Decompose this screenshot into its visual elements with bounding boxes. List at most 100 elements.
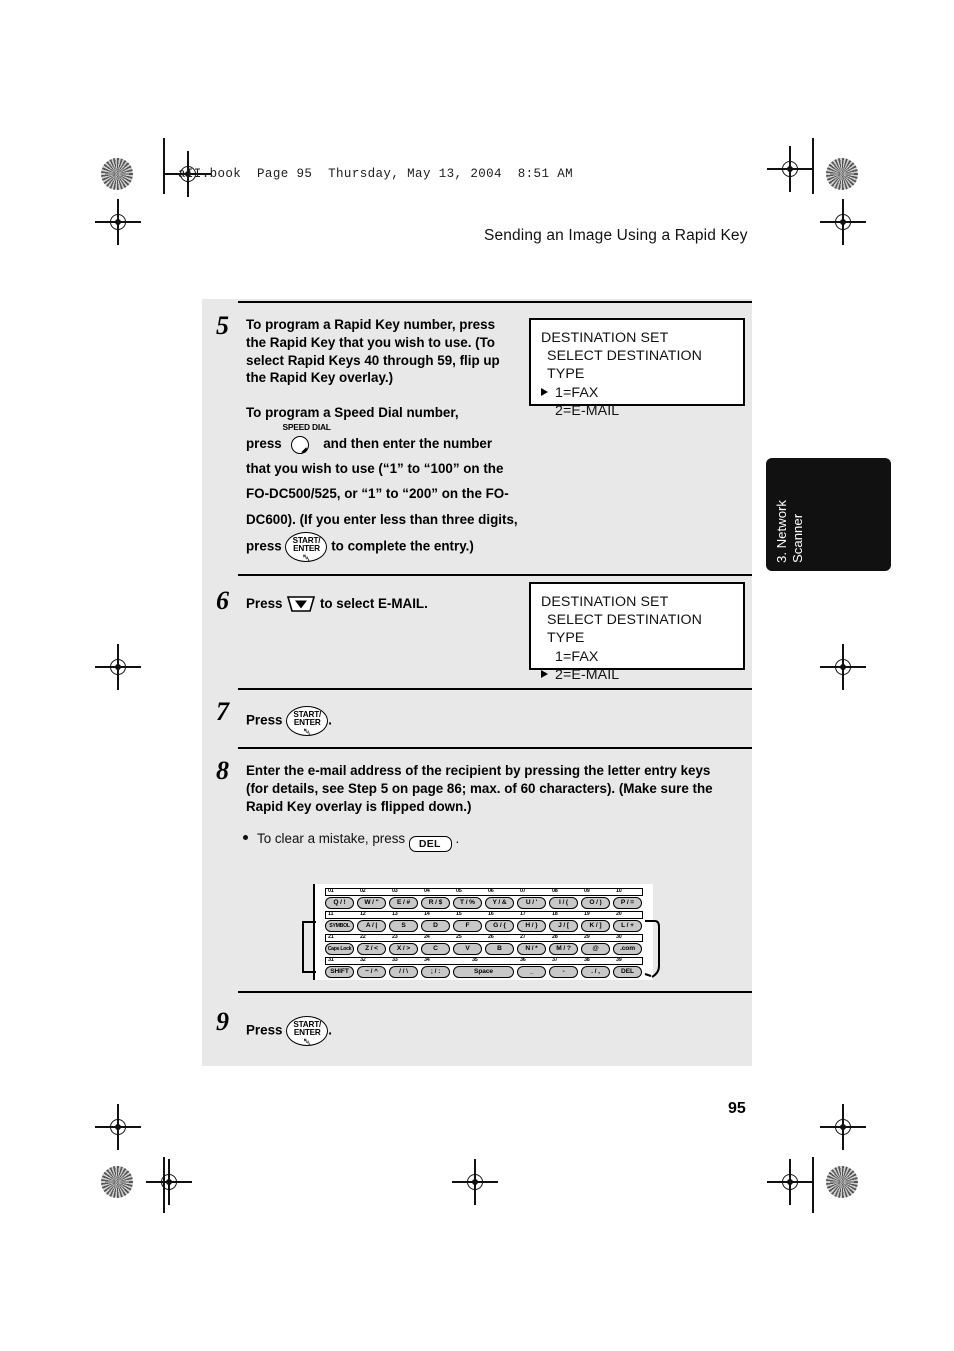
key-dot-com[interactable]: .com bbox=[613, 943, 642, 955]
key-g[interactable]: G / { bbox=[485, 920, 514, 932]
key-i[interactable]: I / ( bbox=[549, 897, 578, 909]
step-5-paragraph-2-body: press SPEED DIAL and then enter the numb… bbox=[246, 422, 518, 563]
keyboard-row-3: Caps Lock Z / < X / > C V B N / * M / ? … bbox=[325, 943, 643, 958]
key-m[interactable]: M / ? bbox=[549, 943, 578, 955]
divider-step-8-9 bbox=[238, 991, 752, 993]
key-y[interactable]: Y / & bbox=[485, 897, 514, 909]
step-6-press-label: Press bbox=[246, 596, 283, 611]
down-arrow-key-icon[interactable] bbox=[286, 595, 316, 613]
start-enter-bottom-label-7: ENTER bbox=[293, 718, 321, 728]
lcd-2-cursor-icon bbox=[541, 669, 548, 678]
chapter-side-tab-label: 3. Network Scanner bbox=[774, 499, 805, 563]
divider-panel-top bbox=[238, 301, 752, 303]
divider-step-7-8 bbox=[238, 747, 752, 749]
key-shift[interactable]: SHIFT bbox=[325, 966, 354, 978]
key-number-24: 24 bbox=[424, 933, 430, 940]
key-c[interactable]: C bbox=[421, 943, 450, 955]
key-r[interactable]: R / $ bbox=[421, 897, 450, 909]
key-p[interactable]: P / = bbox=[613, 897, 642, 909]
divider-step-5-6 bbox=[238, 574, 752, 576]
key-v[interactable]: V bbox=[453, 943, 482, 955]
key-a[interactable]: A / | bbox=[357, 920, 386, 932]
key-number-33: 33 bbox=[392, 956, 398, 963]
registration-dot-bottom-left bbox=[101, 1166, 133, 1198]
key-t[interactable]: T / % bbox=[453, 897, 482, 909]
power-symbol-icon-9: ␀ bbox=[303, 1036, 311, 1047]
key-j[interactable]: J / [ bbox=[549, 920, 578, 932]
key-f[interactable]: F bbox=[453, 920, 482, 932]
start-enter-key-icon-step5[interactable]: START/ ENTER ␀ bbox=[285, 531, 328, 563]
del-key-icon[interactable]: DEL bbox=[408, 836, 452, 852]
key-d[interactable]: D bbox=[421, 920, 450, 932]
start-enter-key-icon-step9[interactable]: START/ ENTER ␀ bbox=[286, 1016, 329, 1047]
key-b[interactable]: B bbox=[485, 943, 514, 955]
step-8-bullet-period: . bbox=[455, 831, 460, 846]
registration-target-top-right bbox=[767, 146, 813, 192]
keyboard-number-strip-4: 31 32 33 34 35 36 37 38 39 bbox=[325, 957, 643, 965]
registration-dot-bottom-right bbox=[826, 1166, 858, 1198]
key-at[interactable]: @ bbox=[581, 943, 610, 955]
registration-target-bottom-right bbox=[767, 1159, 813, 1205]
key-slash[interactable]: / / \ bbox=[389, 966, 418, 978]
key-n[interactable]: N / * bbox=[517, 943, 546, 955]
speed-dial-key-label: SPEED DIAL bbox=[282, 422, 331, 432]
key-number-26: 26 bbox=[488, 933, 494, 940]
step-9-text: Press START/ ENTER ␀ . bbox=[246, 1016, 516, 1046]
lcd-2-line-1: DESTINATION SET bbox=[541, 594, 669, 610]
key-z[interactable]: Z / < bbox=[357, 943, 386, 955]
step-8-bullet-label: To clear a mistake, press bbox=[257, 831, 406, 846]
key-semicolon[interactable]: ; / : bbox=[421, 966, 450, 978]
keyboard-number-strip-2: 11 12 13 14 15 16 17 18 19 20 bbox=[325, 911, 643, 919]
key-tilde[interactable]: ~ / ^ bbox=[357, 966, 386, 978]
key-number-09: 09 bbox=[584, 887, 590, 894]
key-l[interactable]: L / + bbox=[613, 920, 642, 932]
lcd-1-line-2: SELECT DESTINATION TYPE bbox=[547, 348, 703, 383]
key-hyphen[interactable]: - bbox=[549, 966, 578, 978]
key-number-02: 02 bbox=[360, 887, 366, 894]
keyboard-row-2: SYMBOL A / | S D F G / { H / } J / [ K /… bbox=[325, 920, 643, 935]
registration-target-right-lower bbox=[820, 1104, 866, 1150]
key-underscore[interactable]: _ bbox=[517, 966, 546, 978]
key-number-19: 19 bbox=[584, 910, 590, 917]
start-enter-key-icon-step7[interactable]: START/ ENTER ␀ bbox=[286, 706, 329, 736]
key-number-20: 20 bbox=[616, 910, 622, 917]
key-space[interactable]: Space bbox=[453, 966, 514, 978]
start-enter-bottom-label: ENTER bbox=[293, 544, 320, 554]
key-number-38: 38 bbox=[584, 956, 590, 963]
key-number-39: 39 bbox=[616, 956, 622, 963]
key-number-16: 16 bbox=[488, 910, 494, 917]
step-6-select-label: to select E-MAIL. bbox=[319, 596, 428, 611]
key-k[interactable]: K / ] bbox=[581, 920, 610, 932]
key-number-27: 27 bbox=[520, 933, 526, 940]
key-h[interactable]: H / } bbox=[517, 920, 546, 932]
key-del[interactable]: DEL bbox=[613, 966, 642, 978]
speed-dial-key-icon[interactable]: SPEED DIAL bbox=[282, 422, 331, 454]
key-caps-lock[interactable]: Caps Lock bbox=[325, 943, 354, 955]
key-q[interactable]: Q / ! bbox=[325, 897, 354, 909]
key-u[interactable]: U / ' bbox=[517, 897, 546, 909]
lcd-1-option-fax: 1=FAX bbox=[541, 384, 733, 402]
power-symbol-icon: ␀ bbox=[302, 552, 310, 563]
key-x[interactable]: X / > bbox=[389, 943, 418, 955]
crop-mark-vertical-right-top bbox=[812, 138, 814, 194]
step-5-paragraph-1: To program a Rapid Key number, press the… bbox=[246, 317, 500, 386]
key-e[interactable]: E / # bbox=[389, 897, 418, 909]
key-o[interactable]: O / ) bbox=[581, 897, 610, 909]
registration-dot-top-right bbox=[826, 158, 858, 190]
key-number-04: 04 bbox=[424, 887, 430, 894]
key-number-35: 35 bbox=[472, 956, 478, 963]
registration-target-right-upper bbox=[820, 199, 866, 245]
bullet-dot-icon bbox=[243, 835, 248, 840]
key-number-06: 06 bbox=[488, 887, 494, 894]
lcd-2-option-fax-label: 1=FAX bbox=[555, 648, 599, 665]
key-w[interactable]: W / " bbox=[357, 897, 386, 909]
lcd-1-option-email-label: 2=E-MAIL bbox=[555, 402, 620, 419]
key-period[interactable]: . / , bbox=[581, 966, 610, 978]
key-number-32: 32 bbox=[360, 956, 366, 963]
registration-target-left-lower bbox=[95, 1104, 141, 1150]
key-number-23: 23 bbox=[392, 933, 398, 940]
lcd-1-line-1: DESTINATION SET bbox=[541, 330, 669, 346]
key-s[interactable]: S bbox=[389, 920, 418, 932]
keyboard-row-1: Q / ! W / " E / # R / $ T / % Y / & U / … bbox=[325, 897, 643, 912]
key-symbol[interactable]: SYMBOL bbox=[325, 920, 354, 932]
